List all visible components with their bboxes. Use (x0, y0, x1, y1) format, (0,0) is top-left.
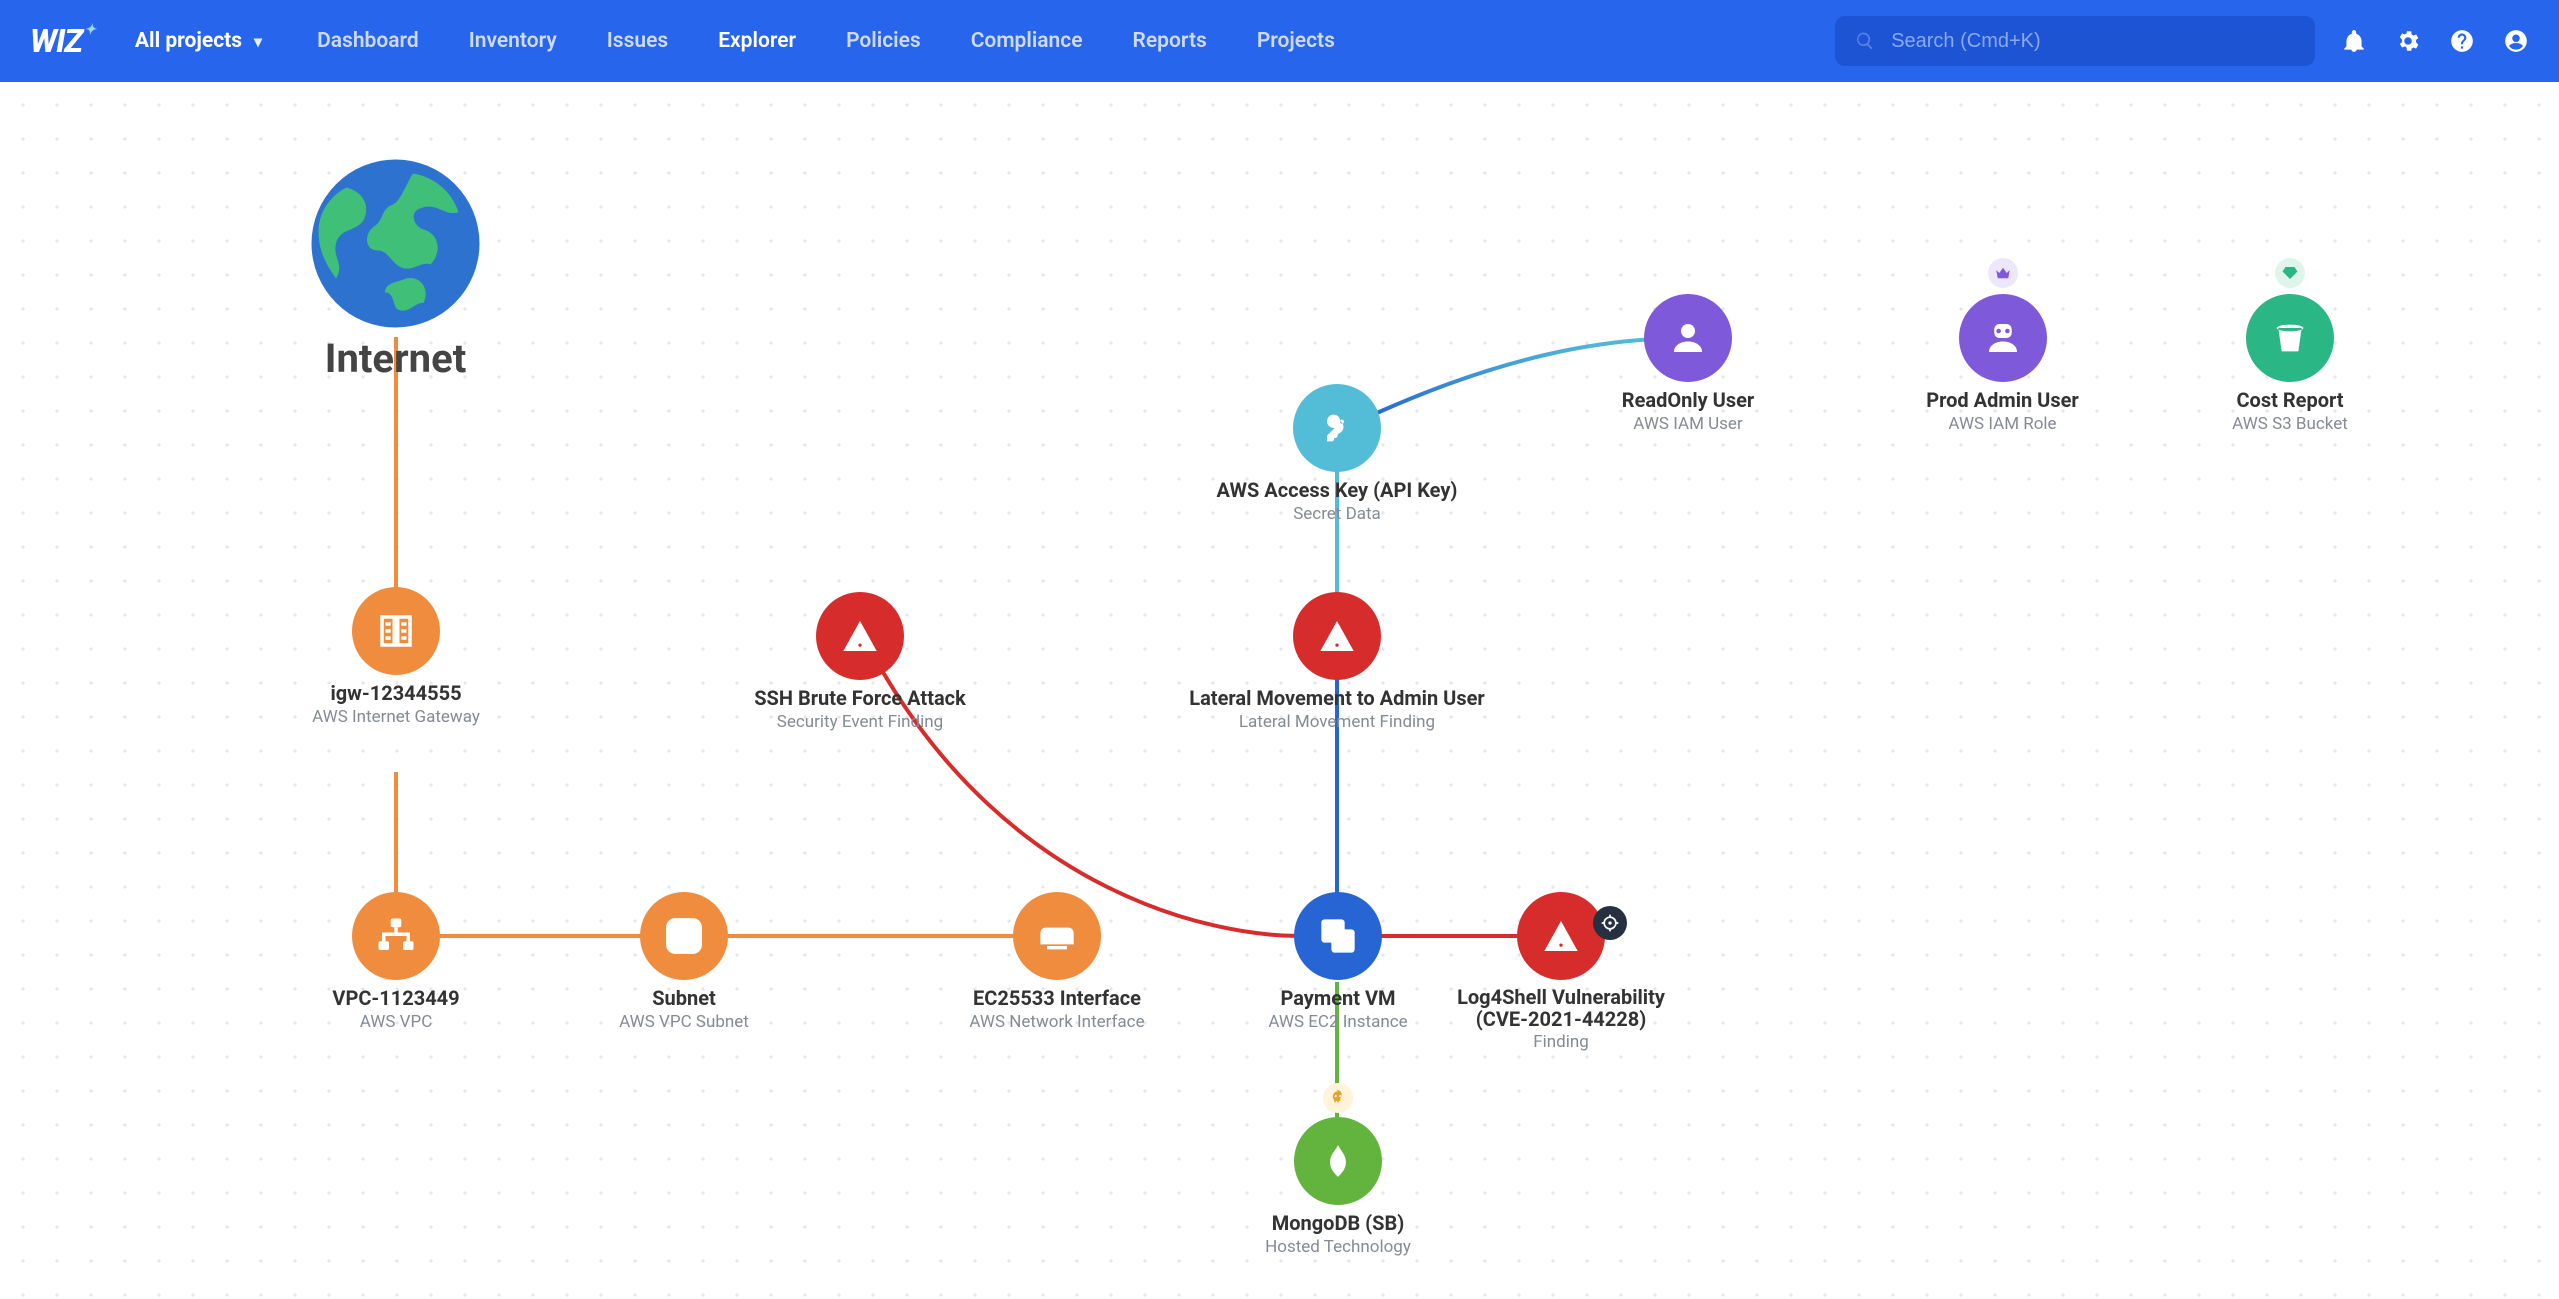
node-title: SSH Brute Force Attack (754, 686, 966, 710)
node-subtitle: AWS VPC Subnet (619, 1012, 749, 1032)
node-title: MongoDB (SB) (1272, 1211, 1405, 1235)
vulnerability-icon (1517, 892, 1605, 980)
app-name: WIZ (30, 22, 82, 60)
chevron-down-icon: ▾ (254, 32, 262, 51)
iam-user-icon (1644, 294, 1732, 382)
security-event-icon (816, 592, 904, 680)
node-internet[interactable]: Internet (308, 156, 483, 382)
sparkle-icon: ✦ (84, 22, 95, 38)
node-log4shell[interactable]: Log4Shell Vulnerability (CVE-2021-44228)… (1448, 892, 1674, 1052)
node-subnet[interactable]: Subnet AWS VPC Subnet (594, 892, 774, 1032)
node-cost-report-bucket[interactable]: Cost Report AWS S3 Bucket (2218, 294, 2362, 434)
node-title: Lateral Movement to Admin User (1189, 686, 1484, 710)
nav-dashboard[interactable]: Dashboard (317, 29, 419, 53)
account-icon[interactable] (2503, 28, 2529, 54)
node-title: Log4Shell Vulnerability (CVE-2021-44228) (1448, 986, 1674, 1030)
nav-reports[interactable]: Reports (1133, 29, 1207, 53)
node-subtitle: AWS VPC (360, 1012, 433, 1032)
gem-badge-icon (2275, 258, 2305, 288)
skull-badge-icon (1323, 1083, 1353, 1113)
node-readonly-user[interactable]: ReadOnly User AWS IAM User (1598, 294, 1778, 434)
node-title: Internet (325, 335, 466, 382)
settings-icon[interactable] (2395, 28, 2421, 54)
node-subtitle: AWS S3 Bucket (2232, 414, 2348, 434)
iam-role-icon (1959, 294, 2047, 382)
node-subtitle: Security Event Finding (777, 712, 943, 732)
node-subtitle: Hosted Technology (1265, 1237, 1411, 1257)
vpc-icon (352, 892, 440, 980)
nav-utility-icons (2341, 28, 2529, 54)
node-ssh-brute-force[interactable]: SSH Brute Force Attack Security Event Fi… (730, 592, 990, 732)
node-subtitle: Secret Data (1293, 504, 1381, 524)
crosshair-badge-icon (1593, 906, 1627, 940)
nav-tabs: Dashboard Inventory Issues Explorer Poli… (317, 29, 1335, 53)
vm-icon (1294, 892, 1382, 980)
subnet-icon (640, 892, 728, 980)
node-title: Subnet (652, 986, 716, 1010)
node-title: igw-12344555 (330, 681, 461, 705)
nav-policies[interactable]: Policies (846, 29, 921, 53)
node-title: Cost Report (2236, 388, 2343, 412)
node-vpc[interactable]: VPC-1123449 AWS VPC (316, 892, 476, 1032)
node-subtitle: AWS IAM User (1633, 414, 1742, 434)
crown-badge-icon (1988, 258, 2018, 288)
lateral-movement-icon (1293, 592, 1381, 680)
s3-bucket-icon (2246, 294, 2334, 382)
database-icon (1294, 1117, 1382, 1205)
node-network-interface[interactable]: EC25533 Interface AWS Network Interface (937, 892, 1177, 1032)
node-title: ReadOnly User (1622, 388, 1755, 412)
node-payment-vm[interactable]: Payment VM AWS EC2 Instance (1243, 892, 1433, 1032)
node-subtitle: Lateral Movement Finding (1239, 712, 1435, 732)
app-logo[interactable]: WIZ ✦ (30, 22, 95, 60)
node-subtitle: AWS IAM Role (1948, 414, 2056, 434)
node-title: EC25533 Interface (973, 986, 1141, 1010)
search-icon (1855, 30, 1875, 52)
top-navbar: WIZ ✦ All projects ▾ Dashboard Inventory… (0, 0, 2559, 82)
node-mongodb[interactable]: MongoDB (SB) Hosted Technology (1243, 1117, 1433, 1257)
nav-inventory[interactable]: Inventory (469, 29, 557, 53)
graph-canvas[interactable]: Internet igw-12344555 AWS Internet Gatew… (0, 82, 2559, 1299)
nav-explorer[interactable]: Explorer (718, 29, 796, 53)
search-input[interactable] (1891, 30, 2295, 53)
node-internet-gateway[interactable]: igw-12344555 AWS Internet Gateway (286, 587, 506, 727)
node-subtitle: Finding (1533, 1032, 1589, 1052)
node-title: AWS Access Key (API Key) (1217, 478, 1458, 502)
node-subtitle: AWS Network Interface (969, 1012, 1144, 1032)
node-title: Prod Admin User (1926, 388, 2079, 412)
key-icon (1293, 384, 1381, 472)
help-icon[interactable] (2449, 28, 2475, 54)
node-title: VPC-1123449 (332, 986, 459, 1010)
project-selector-label: All projects (135, 29, 242, 53)
node-lateral-movement[interactable]: Lateral Movement to Admin User Lateral M… (1172, 592, 1502, 732)
node-subtitle: AWS Internet Gateway (312, 707, 480, 727)
node-access-key[interactable]: AWS Access Key (API Key) Secret Data (1197, 384, 1477, 524)
notifications-icon[interactable] (2341, 28, 2367, 54)
nav-compliance[interactable]: Compliance (971, 29, 1083, 53)
node-title: Payment VM (1280, 986, 1395, 1010)
global-search[interactable] (1835, 16, 2315, 66)
gateway-icon (352, 587, 440, 675)
globe-icon (308, 156, 483, 331)
nav-projects[interactable]: Projects (1257, 29, 1335, 53)
node-subtitle: AWS EC2 Instance (1268, 1012, 1407, 1032)
network-interface-icon (1013, 892, 1101, 980)
node-prod-admin-role[interactable]: Prod Admin User AWS IAM Role (1910, 294, 2095, 434)
project-selector[interactable]: All projects ▾ (135, 29, 262, 53)
nav-issues[interactable]: Issues (607, 29, 668, 53)
